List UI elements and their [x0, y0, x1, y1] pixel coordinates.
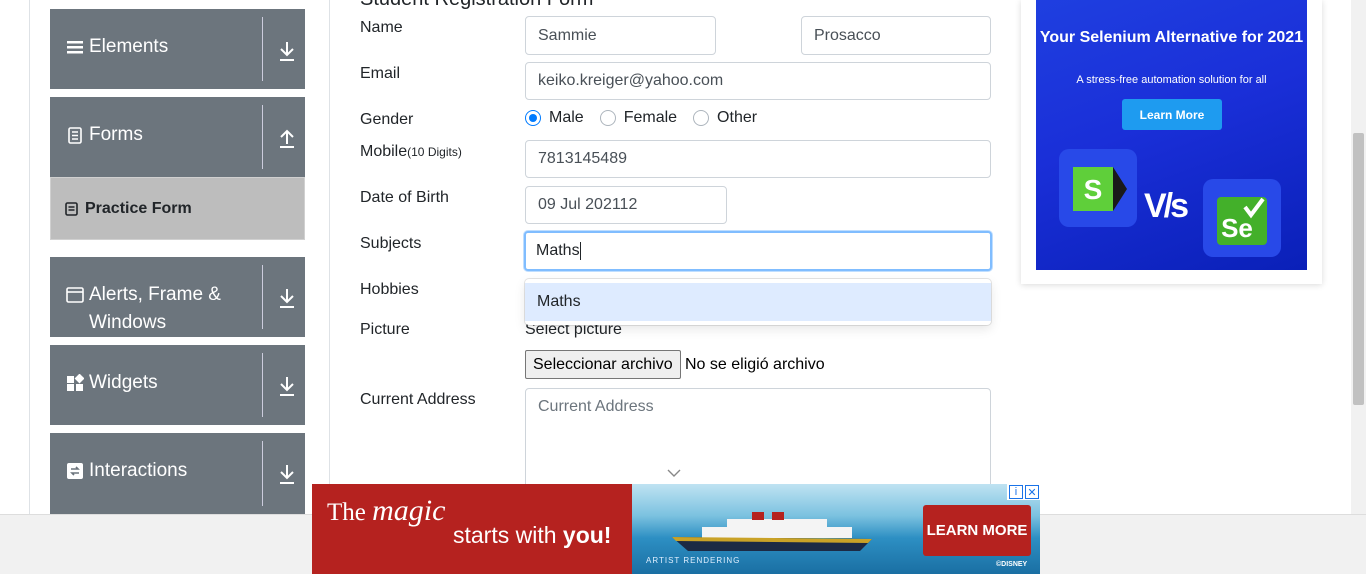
mobile-label: Mobile(10 Digits)	[360, 143, 462, 161]
email-label: Email	[360, 65, 401, 82]
gender-male-label[interactable]: Male	[549, 109, 584, 127]
ad-selenium-alternative[interactable]: Your Selenium Alternative for 2021 A str…	[1036, 0, 1307, 270]
sidebar-group-label: Interactions	[89, 460, 188, 481]
upload-arrow-icon[interactable]	[278, 127, 296, 149]
sidebar-item-practice-form[interactable]: Practice Form	[50, 177, 305, 240]
subjects-label: Subjects	[360, 235, 422, 252]
ad-headline: Your Selenium Alternative for 2021	[1039, 29, 1304, 46]
sidebar-group-alerts[interactable]: Alerts, Frame & Windows	[50, 257, 305, 337]
dob-label: Date of Birth	[360, 189, 449, 206]
scrollbar-thumb[interactable]	[1353, 133, 1364, 405]
menu-icon	[67, 41, 83, 54]
subjects-option[interactable]: Maths	[525, 283, 991, 321]
gender-other-label[interactable]: Other	[717, 109, 757, 127]
first-name-input[interactable]: Sammie	[525, 16, 716, 55]
address-label: Current Address	[360, 391, 476, 408]
form-icon	[65, 201, 78, 216]
ad-controls: i ✕	[1007, 484, 1040, 500]
ad-line-1-b: magic	[372, 494, 446, 527]
download-arrow-icon[interactable]	[278, 375, 296, 397]
ad-line-1-a: The	[327, 499, 373, 526]
mobile-hint: (10 Digits)	[407, 145, 462, 159]
close-icon[interactable]: ✕	[1025, 485, 1039, 499]
picture-label: Picture	[360, 321, 410, 338]
subjects-input-value: Maths	[536, 242, 580, 259]
svg-text:S: S	[1084, 174, 1103, 205]
sidebar-group-label: Widgets	[89, 372, 158, 393]
download-arrow-icon[interactable]	[278, 40, 296, 62]
ad-info-icon[interactable]: i	[1009, 485, 1023, 499]
ad-vs-text: V/s	[1144, 187, 1189, 225]
last-name-input[interactable]: Prosacco	[801, 16, 991, 55]
name-label: Name	[360, 19, 403, 36]
ad-artist-rendering: ARTIST RENDERING	[646, 556, 741, 565]
ad-learn-more-button[interactable]: Learn More	[1122, 99, 1222, 130]
page-scrollbar[interactable]	[1351, 0, 1366, 514]
subjects-dropdown: Maths	[525, 279, 991, 325]
text-cursor	[579, 242, 581, 260]
divider	[262, 17, 263, 81]
sidebar-group-elements[interactable]: Elements	[50, 9, 305, 89]
ad-subline: A stress-free automation solution for al…	[1076, 74, 1267, 86]
email-input[interactable]: keiko.kreiger@yahoo.com	[525, 62, 991, 100]
divider	[262, 441, 263, 506]
dob-input[interactable]: 09 Jul 202112	[525, 186, 727, 224]
sidebar-right-border	[329, 0, 330, 515]
selenium-logo-icon: Se	[1203, 179, 1281, 257]
subjects-input[interactable]: Maths	[524, 231, 992, 271]
document-icon	[68, 127, 82, 144]
sidebar-item-label: Practice Form	[85, 199, 192, 217]
ad-line-2-a: starts with	[453, 522, 563, 548]
download-arrow-icon[interactable]	[278, 463, 296, 485]
testsigma-logo-icon: S	[1059, 149, 1137, 227]
sidebar-group-label: Forms	[89, 124, 143, 145]
page: Elements Forms Practice Form Alerts, Fra…	[0, 0, 1366, 574]
cruise-ship-icon	[672, 512, 872, 551]
download-arrow-icon[interactable]	[278, 287, 296, 309]
hobbies-label: Hobbies	[360, 281, 419, 298]
ad-line-1: The magic	[327, 494, 445, 528]
sidebar-group-label: Elements	[89, 36, 169, 57]
ad-line-2: starts with you!	[453, 522, 611, 549]
choose-file-button[interactable]: Seleccionar archivo	[525, 350, 681, 379]
divider	[262, 105, 263, 169]
sidebar-group-label: Alerts, Frame & Windows	[89, 284, 221, 333]
divider	[262, 265, 263, 329]
mobile-input[interactable]: 7813145489	[525, 140, 991, 178]
sidebar-left-border	[29, 0, 30, 515]
ad-learn-more-button[interactable]: LEARN MORE	[923, 505, 1031, 556]
ad-red-panel: The magic starts with you!	[312, 484, 632, 574]
sidebar-group-forms[interactable]: Forms	[50, 97, 305, 177]
gender-male-radio[interactable]	[525, 110, 541, 126]
divider	[262, 353, 263, 417]
window-icon	[66, 287, 84, 303]
form-title: Student Registration Form	[360, 0, 593, 11]
chevron-down-icon	[667, 469, 681, 477]
svg-text:Se: Se	[1221, 213, 1253, 243]
mobile-label-text: Mobile	[360, 143, 408, 160]
gender-radio-group: Male Female Other	[525, 109, 773, 127]
gender-label: Gender	[360, 111, 414, 128]
file-status: No se eligió archivo	[685, 356, 825, 373]
sidebar-group-interactions[interactable]: Interactions	[50, 433, 305, 514]
ad-line-2-b: you!	[562, 522, 612, 548]
current-address-textarea[interactable]: Current Address	[525, 388, 991, 498]
ad-ship-image: ARTIST RENDERING LEARN MORE ©DISNEY	[632, 484, 1040, 574]
gender-female-label[interactable]: Female	[624, 109, 677, 127]
widgets-icon	[67, 374, 84, 391]
gender-female-radio[interactable]	[599, 110, 616, 126]
ad-disney-banner[interactable]: The magic starts with you! ARTIST RENDER…	[312, 484, 1040, 574]
gender-other-radio[interactable]	[693, 110, 710, 126]
sidebar-group-widgets[interactable]: Widgets	[50, 345, 305, 425]
interactions-icon	[67, 463, 83, 479]
ad-brand: ©DISNEY	[996, 561, 1028, 568]
